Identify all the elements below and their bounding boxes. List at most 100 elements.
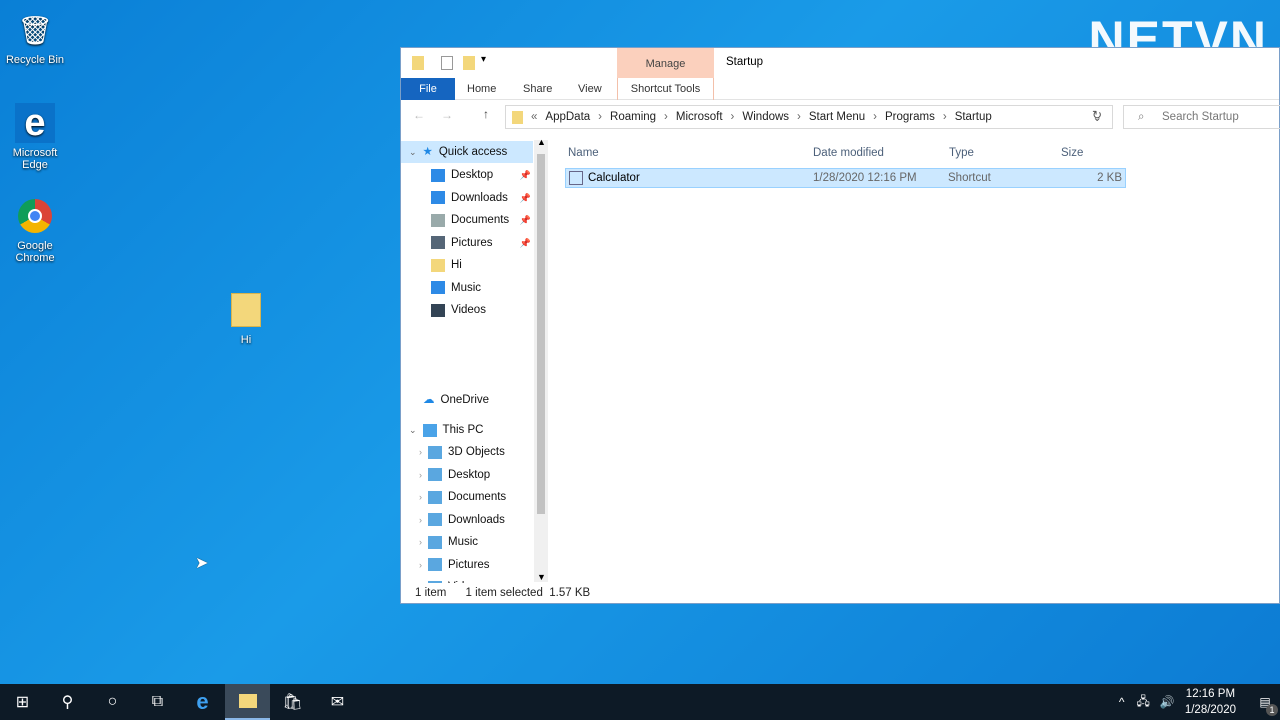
breadcrumb-start-menu[interactable]: Start Menu xyxy=(809,111,865,123)
nav-this-pc[interactable]: ⌄ This PC xyxy=(401,419,533,441)
star-icon: ★ xyxy=(422,146,433,158)
new-folder-icon[interactable] xyxy=(463,56,475,70)
volume-icon[interactable]: 🔊 xyxy=(1160,695,1175,709)
column-size[interactable]: Size xyxy=(1061,147,1083,159)
nav-pc-pictures[interactable]: › Pictures xyxy=(401,554,533,576)
nav-quick-music[interactable]: Music xyxy=(401,277,533,299)
folder-icon xyxy=(431,258,445,272)
folder-icon xyxy=(428,535,442,549)
task-view-button[interactable]: ⧉ xyxy=(135,684,180,720)
folder-icon xyxy=(428,580,442,583)
column-date-modified[interactable]: Date modified xyxy=(813,147,884,159)
context-tab-manage[interactable]: Manage xyxy=(617,48,714,78)
nav-pc-documents[interactable]: › Documents xyxy=(401,486,533,508)
tab-view[interactable]: View xyxy=(578,78,602,100)
window-title: Startup xyxy=(726,56,764,68)
folder-icon xyxy=(512,110,523,124)
nav-quick-documents[interactable]: Documents 📌 xyxy=(401,209,533,231)
breadcrumb-windows[interactable]: Windows xyxy=(742,111,789,123)
breadcrumb-microsoft[interactable]: Microsoft xyxy=(676,111,723,123)
network-icon[interactable]: 🖧 xyxy=(1136,692,1149,713)
cloud-icon: ☁ xyxy=(423,394,435,406)
nav-onedrive[interactable]: ☁ OneDrive xyxy=(401,389,533,411)
breadcrumb-appdata[interactable]: AppData xyxy=(545,111,590,123)
desktop-icon-chrome[interactable]: Google Chrome xyxy=(0,196,70,264)
recycle-bin-icon: 🗑 xyxy=(17,14,53,46)
folder-icon xyxy=(428,513,442,526)
navigation-pane: ⌄ ★ Quick access Desktop 📌 Downloads 📌 Documen… xyxy=(401,137,548,583)
address-row: ← → ↑ « AppData › Roaming › Microsoft › Win… xyxy=(401,100,1280,134)
folder-icon xyxy=(226,290,266,330)
folder-icon xyxy=(428,490,442,504)
folder-icon xyxy=(431,213,445,227)
tab-file[interactable]: File xyxy=(401,78,455,100)
pin-icon[interactable]: 📌 xyxy=(520,209,531,231)
column-type[interactable]: Type xyxy=(949,147,974,159)
action-center-button[interactable]: ▤ 1 xyxy=(1250,684,1280,720)
search-icon: ⌕ xyxy=(1138,111,1145,123)
show-hidden-icons[interactable]: ^ xyxy=(1119,695,1125,709)
taskbar-edge[interactable]: e xyxy=(180,684,225,720)
nav-pc-music[interactable]: › Music xyxy=(401,531,533,553)
tab-share[interactable]: Share xyxy=(523,78,552,100)
tab-home[interactable]: Home xyxy=(467,78,496,100)
folder-icon xyxy=(431,303,445,317)
ribbon-tabs: File Home Share View Shortcut Tools xyxy=(401,78,1279,100)
taskbar-file-explorer[interactable] xyxy=(225,684,270,720)
taskbar: ⊞ ⚲ ○ ⧉ e 🛍 ✉ ^ 🖧 🔊 12:16 PM 1/28/2020 ▤ 1 xyxy=(0,684,1280,720)
nav-quick-videos[interactable]: Videos xyxy=(401,299,533,321)
column-name[interactable]: Name xyxy=(568,147,599,159)
nav-pc-3d-objects[interactable]: › 3D Objects xyxy=(401,441,533,463)
nav-pc-videos[interactable]: ›Videos xyxy=(401,576,533,583)
nav-scrollbar[interactable]: ▲ ▼ xyxy=(534,137,548,582)
refresh-icon[interactable]: ↻ xyxy=(1092,108,1102,122)
nav-pc-downloads[interactable]: › Downloads xyxy=(401,509,533,531)
desktop-icon-hi-folder[interactable]: Hi xyxy=(211,290,281,346)
folder-icon xyxy=(431,281,445,294)
start-button[interactable]: ⊞ xyxy=(0,684,45,720)
chrome-icon xyxy=(15,196,55,236)
mouse-cursor-icon: ➤ xyxy=(195,555,209,572)
customize-qat-icon[interactable]: ▾ xyxy=(481,54,486,65)
folder-icon xyxy=(431,168,445,182)
computer-icon xyxy=(422,423,437,437)
title-bar: ▾ Manage Startup xyxy=(401,48,1279,78)
taskbar-mail[interactable]: ✉ xyxy=(315,684,360,720)
desktop-icon-recycle-bin[interactable]: 🗑 Recycle Bin xyxy=(0,10,70,67)
cortana-button[interactable]: ○ xyxy=(90,684,135,720)
nav-quick-hi[interactable]: Hi xyxy=(401,254,533,276)
back-icon[interactable]: ← xyxy=(413,108,425,122)
tab-shortcut-tools[interactable]: Shortcut Tools xyxy=(617,78,714,100)
forward-icon[interactable]: → xyxy=(441,108,453,122)
breadcrumb-roaming[interactable]: Roaming xyxy=(610,111,656,123)
folder-icon xyxy=(412,56,424,70)
nav-quick-desktop[interactable]: Desktop 📌 xyxy=(401,164,533,186)
shortcut-icon xyxy=(569,171,583,185)
pin-icon[interactable]: 📌 xyxy=(520,164,531,186)
search-button[interactable]: ⚲ xyxy=(45,684,90,720)
pin-icon[interactable]: 📌 xyxy=(520,232,531,254)
breadcrumb-startup[interactable]: Startup xyxy=(955,111,992,123)
breadcrumb-programs[interactable]: Programs xyxy=(885,111,935,123)
file-row[interactable]: Calculator 1/28/2020 12:16 PM Shortcut 2… xyxy=(565,168,1126,188)
edge-icon: e xyxy=(15,102,55,144)
status-bar: 1 item 1 item selected 1.57 KB xyxy=(415,587,591,599)
folder-icon xyxy=(428,468,442,481)
nav-quick-pictures[interactable]: Pictures 📌 xyxy=(401,232,533,254)
pin-icon[interactable]: 📌 xyxy=(520,187,531,209)
nav-quick-access[interactable]: ⌄ ★ Quick access xyxy=(401,141,533,163)
desktop-icon-edge[interactable]: e Microsoft Edge xyxy=(0,102,70,172)
folder-icon xyxy=(431,236,445,249)
nav-quick-downloads[interactable]: Downloads 📌 xyxy=(401,187,533,209)
taskbar-store[interactable]: 🛍 xyxy=(270,684,315,720)
folder-icon xyxy=(428,445,442,459)
search-input[interactable]: ⌕ Search Startup xyxy=(1123,105,1280,129)
folder-icon xyxy=(431,191,445,204)
up-icon[interactable]: ↑ xyxy=(483,107,489,121)
address-bar[interactable]: « AppData › Roaming › Microsoft › Windows › … xyxy=(505,105,1113,129)
clock[interactable]: 12:16 PM 1/28/2020 xyxy=(1185,686,1236,718)
file-explorer-window: ▾ Manage Startup File Home Share View Sh… xyxy=(400,47,1280,604)
folder-icon xyxy=(428,558,442,571)
nav-pc-desktop[interactable]: › Desktop xyxy=(401,464,533,486)
properties-icon[interactable] xyxy=(441,56,453,70)
